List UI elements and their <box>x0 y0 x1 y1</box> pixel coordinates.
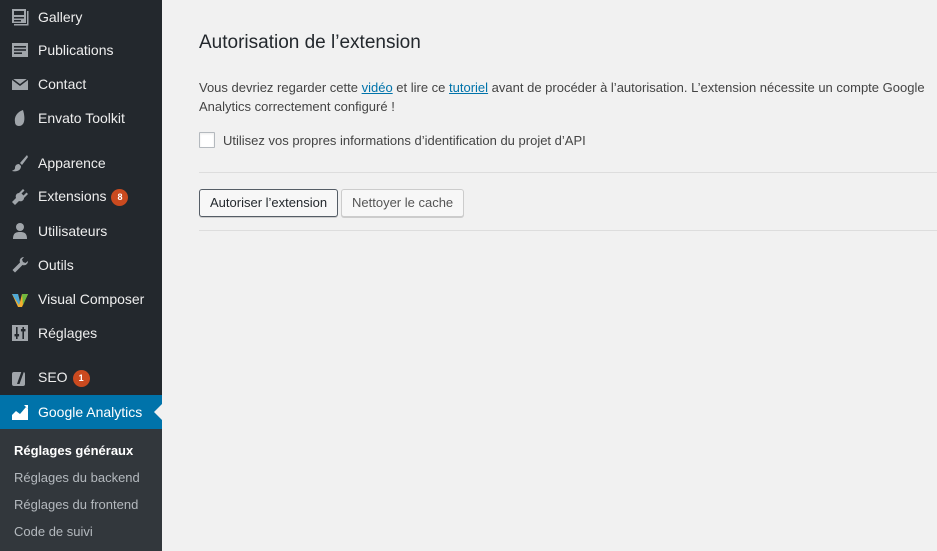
user-icon <box>10 221 30 241</box>
visual-composer-icon <box>10 289 30 309</box>
menu-item-outils[interactable]: Outils <box>0 248 162 282</box>
menu-item-label: Gallery <box>38 9 83 25</box>
menu-item-apparence[interactable]: Apparence <box>0 146 162 180</box>
analytics-icon <box>10 402 30 422</box>
menu-item-google-analytics[interactable]: Google Analytics <box>0 395 162 429</box>
admin-sidebar: Gallery Publications Contact Envato Tool… <box>0 0 162 551</box>
menu-item-publications[interactable]: Publications <box>0 33 162 67</box>
submenu-item-general-settings[interactable]: Réglages généraux <box>14 443 133 458</box>
menu-item-gallery[interactable]: Gallery <box>0 0 162 34</box>
leaf-icon <box>10 108 30 128</box>
envelope-icon <box>10 74 30 94</box>
menu-item-extensions[interactable]: Extensions 8 <box>0 180 162 214</box>
submenu-item-frontend-settings[interactable]: Réglages du frontend <box>14 497 138 512</box>
custom-credentials-option[interactable]: Utilisez vos propres informations d’iden… <box>199 132 586 148</box>
tutorial-link[interactable]: tutoriel <box>449 80 488 95</box>
menu-item-label: Outils <box>38 257 74 273</box>
settings-sliders-icon <box>10 323 30 343</box>
custom-credentials-label: Utilisez vos propres informations d’iden… <box>223 132 586 148</box>
main-content: Autorisation de l’extension Vous devriez… <box>162 0 937 551</box>
menu-item-label: Visual Composer <box>38 291 145 307</box>
video-link[interactable]: vidéo <box>362 80 393 95</box>
submenu-item-backend-settings[interactable]: Réglages du backend <box>14 470 140 485</box>
menu-item-envato-toolkit[interactable]: Envato Toolkit <box>0 101 162 135</box>
menu-item-contact[interactable]: Contact <box>0 67 162 101</box>
google-analytics-submenu: Réglages généraux Réglages du backend Ré… <box>0 429 162 551</box>
menu-item-label: Google Analytics <box>38 404 143 420</box>
notification-count-badge: 1 <box>72 370 90 387</box>
divider <box>199 172 937 173</box>
menu-item-seo[interactable]: SEO 1 <box>0 361 162 395</box>
divider <box>199 230 937 231</box>
clear-cache-button[interactable]: Nettoyer le cache <box>341 189 465 217</box>
gallery-icon <box>10 7 30 27</box>
plugin-icon <box>10 187 30 207</box>
menu-item-label: SEO <box>38 369 68 385</box>
yoast-icon <box>10 368 30 388</box>
submenu-item-tracking-code[interactable]: Code de suivi <box>14 524 93 539</box>
menu-item-label: Réglages <box>38 325 98 341</box>
menu-item-label: Apparence <box>38 155 106 171</box>
menu-item-label: Utilisateurs <box>38 223 108 239</box>
menu-item-reglages[interactable]: Réglages <box>0 316 162 350</box>
update-count-badge: 8 <box>111 189 129 206</box>
custom-credentials-checkbox[interactable] <box>199 132 215 148</box>
authorize-plugin-button[interactable]: Autoriser l’extension <box>199 189 339 217</box>
intro-text: Vous devriez regarder cette <box>199 80 362 95</box>
menu-item-visual-composer[interactable]: Visual Composer <box>0 282 162 316</box>
menu-item-label: Contact <box>38 76 87 92</box>
wrench-icon <box>10 255 30 275</box>
menu-item-label: Envato Toolkit <box>38 110 125 126</box>
publications-icon <box>10 40 30 60</box>
menu-item-utilisateurs[interactable]: Utilisateurs <box>0 214 162 248</box>
intro-text: et lire ce <box>392 80 450 95</box>
menu-item-label: Extensions <box>38 188 107 204</box>
page-title: Autorisation de l’extension <box>199 32 421 53</box>
paintbrush-icon <box>10 153 30 173</box>
intro-paragraph: Vous devriez regarder cette vidéo et lir… <box>199 78 934 116</box>
menu-item-label: Publications <box>38 42 114 58</box>
